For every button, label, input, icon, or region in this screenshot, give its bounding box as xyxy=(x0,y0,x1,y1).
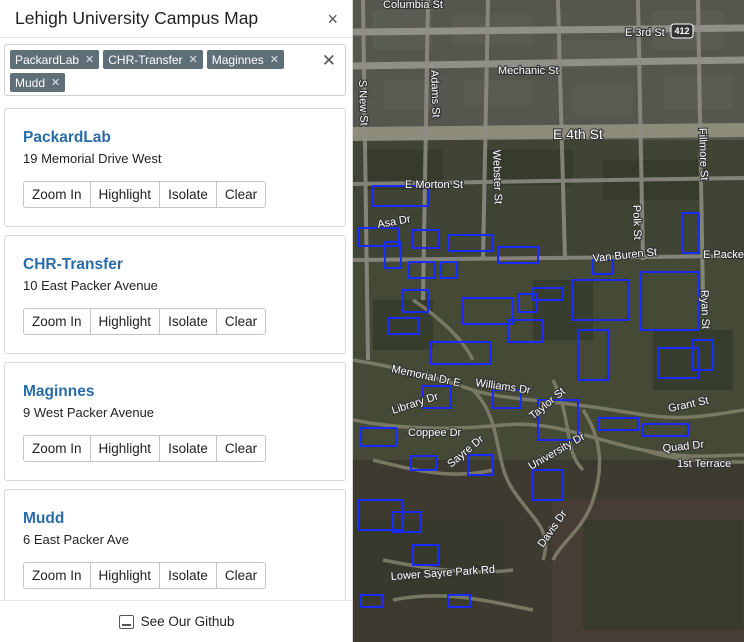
card-actions: Zoom In Highlight Isolate Clear xyxy=(23,435,345,462)
building-card: Mudd 6 East Packer Ave Zoom In Highlight… xyxy=(4,489,346,608)
close-icon[interactable]: × xyxy=(327,10,338,28)
laptop-icon xyxy=(118,614,134,629)
clear-button[interactable]: Clear xyxy=(215,562,267,589)
highlight-button[interactable]: Highlight xyxy=(89,562,161,589)
building-card: PackardLab 19 Memorial Drive West Zoom I… xyxy=(4,108,346,227)
github-link-label: See Our Github xyxy=(140,614,235,629)
tag-label: Mudd xyxy=(15,75,46,90)
building-address: 6 East Packer Ave xyxy=(23,532,129,547)
tag-label: PackardLab xyxy=(15,52,80,67)
building-address: 19 Memorial Drive West xyxy=(23,151,162,166)
zoom-in-button[interactable]: Zoom In xyxy=(23,308,91,335)
tag-label: CHR-Transfer xyxy=(108,52,183,67)
building-select[interactable]: PackardLab ✕ CHR-Transfer ✕ Maginnes ✕ M… xyxy=(4,44,346,96)
route-shield: 412 xyxy=(674,26,689,36)
street-label: E 4th St xyxy=(553,126,603,142)
street-label: Columbia St xyxy=(383,0,443,11)
building-name: PackardLab xyxy=(23,129,111,146)
remove-tag-icon[interactable]: ✕ xyxy=(189,53,198,66)
isolate-button[interactable]: Isolate xyxy=(159,181,217,208)
building-name: Maginnes xyxy=(23,383,95,400)
street-label: E 3rd St xyxy=(625,27,665,39)
highlight-button[interactable]: Highlight xyxy=(89,181,161,208)
building-address: 9 West Packer Avenue xyxy=(23,405,155,420)
building-cards: PackardLab 19 Memorial Drive West Zoom I… xyxy=(4,108,346,616)
street-label: Coppee Dr xyxy=(408,427,462,439)
highlight-button[interactable]: Highlight xyxy=(89,308,161,335)
sidebar-header: Lehigh University Campus Map × xyxy=(0,0,352,38)
isolate-button[interactable]: Isolate xyxy=(159,562,217,589)
map-canvas[interactable]: 412 Columbia St E 3rd St Mechanic St E 4… xyxy=(353,0,744,642)
street-label: Webster St xyxy=(490,150,504,205)
isolate-button[interactable]: Isolate xyxy=(159,435,217,462)
street-label: 1st Terrace xyxy=(677,458,731,470)
building-address: 10 East Packer Avenue xyxy=(23,278,158,293)
card-actions: Zoom In Highlight Isolate Clear xyxy=(23,562,345,589)
selected-tag: Maginnes ✕ xyxy=(206,50,284,69)
zoom-in-button[interactable]: Zoom In xyxy=(23,435,91,462)
remove-tag-icon[interactable]: ✕ xyxy=(270,53,279,66)
building-name: CHR-Transfer xyxy=(23,256,123,273)
street-label: Ryan St xyxy=(698,290,711,330)
campus-map[interactable]: 412 Columbia St E 3rd St Mechanic St E 4… xyxy=(353,0,744,642)
clear-button[interactable]: Clear xyxy=(215,308,267,335)
remove-tag-icon[interactable]: ✕ xyxy=(85,53,94,66)
card-actions: Zoom In Highlight Isolate Clear xyxy=(23,308,345,335)
building-card: CHR-Transfer 10 East Packer Avenue Zoom … xyxy=(4,235,346,354)
card-actions: Zoom In Highlight Isolate Clear xyxy=(23,181,345,208)
clear-button[interactable]: Clear xyxy=(215,181,267,208)
sidebar: Lehigh University Campus Map × PackardLa… xyxy=(0,0,353,642)
app-title: Lehigh University Campus Map xyxy=(15,8,259,28)
selected-tags: PackardLab ✕ CHR-Transfer ✕ Maginnes ✕ M… xyxy=(10,50,315,92)
street-label: Polk St xyxy=(630,205,643,240)
zoom-in-button[interactable]: Zoom In xyxy=(23,562,91,589)
street-label: Mechanic St xyxy=(498,65,559,77)
tag-label: Maginnes xyxy=(211,52,264,67)
street-label: Adams St xyxy=(428,70,442,118)
clear-button[interactable]: Clear xyxy=(215,435,267,462)
selected-tag: CHR-Transfer ✕ xyxy=(103,50,203,69)
selected-tag: PackardLab ✕ xyxy=(10,50,100,69)
building-card: Maginnes 9 West Packer Avenue Zoom In Hi… xyxy=(4,362,346,481)
street-label: Fillmore St xyxy=(696,128,710,181)
highlight-button[interactable]: Highlight xyxy=(89,435,161,462)
building-name: Mudd xyxy=(23,510,65,527)
github-link[interactable]: See Our Github xyxy=(0,600,352,642)
street-label: E Packer xyxy=(703,249,744,261)
street-label: S New St xyxy=(356,80,370,126)
clear-selection-icon[interactable]: ✕ xyxy=(322,51,336,71)
street-label: E Morton St xyxy=(405,179,463,191)
selected-tag: Mudd ✕ xyxy=(10,73,66,92)
remove-tag-icon[interactable]: ✕ xyxy=(51,76,60,89)
isolate-button[interactable]: Isolate xyxy=(159,308,217,335)
zoom-in-button[interactable]: Zoom In xyxy=(23,181,91,208)
